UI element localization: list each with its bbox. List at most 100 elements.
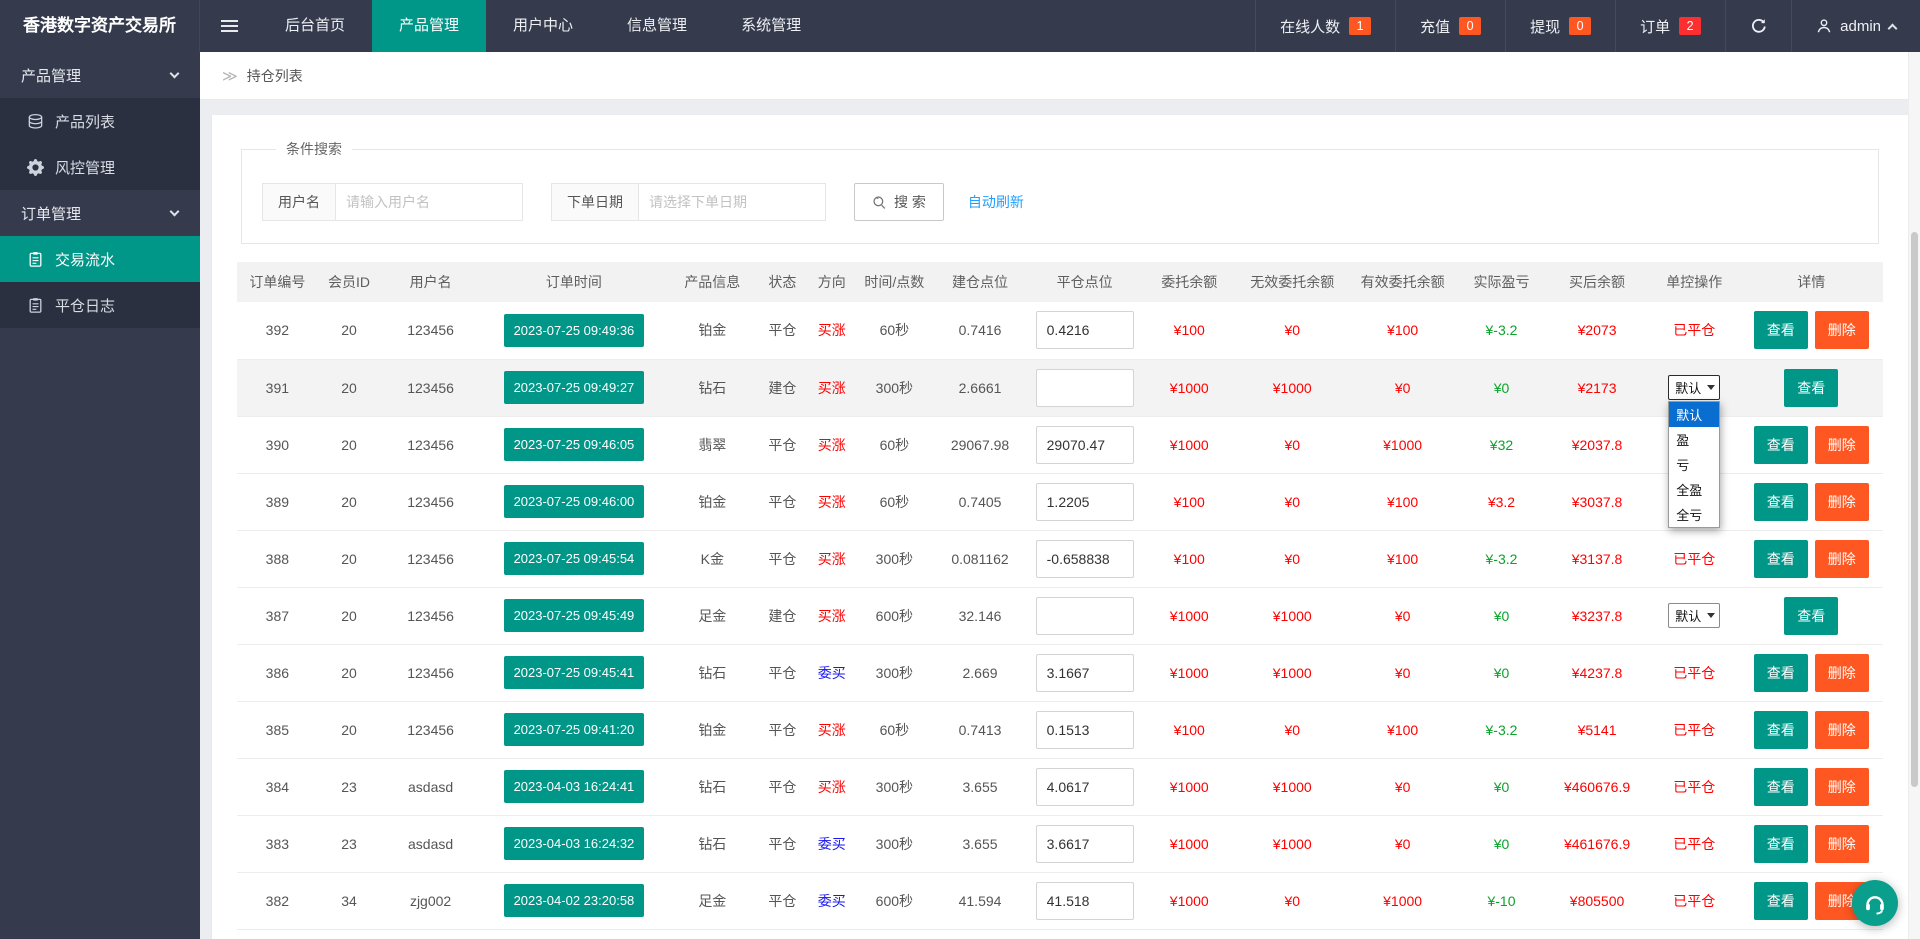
cell-open-point: 3.655 <box>932 758 1028 815</box>
close-point-input[interactable] <box>1036 597 1134 635</box>
order-time-button[interactable]: 2023-04-03 16:24:32 <box>504 827 645 860</box>
nav-stat[interactable]: 订单2 <box>1615 0 1725 52</box>
nav-item[interactable]: 系统管理 <box>714 0 828 52</box>
close-point-input[interactable] <box>1036 654 1134 692</box>
nav-item[interactable]: 后台首页 <box>258 0 372 52</box>
order-time-button[interactable]: 2023-04-02 23:20:58 <box>504 884 645 917</box>
coins-icon <box>27 113 44 130</box>
close-point-input[interactable] <box>1036 768 1134 806</box>
view-button[interactable]: 查看 <box>1784 369 1838 407</box>
order-date-input[interactable] <box>638 183 826 221</box>
order-time-button[interactable]: 2023-07-25 09:49:27 <box>504 371 645 404</box>
sidebar-section-header[interactable]: 订单管理 <box>0 190 200 236</box>
cell-direction: 委买 <box>807 815 856 872</box>
nav-item[interactable]: 产品管理 <box>372 0 486 52</box>
view-button[interactable]: 查看 <box>1754 825 1808 863</box>
cell-username: 123456 <box>380 359 481 416</box>
cell-status: 建仓 <box>758 587 807 644</box>
view-button[interactable]: 查看 <box>1754 882 1808 920</box>
control-select-box[interactable]: 默认 <box>1668 375 1720 400</box>
cell-status: 平仓 <box>758 872 807 929</box>
control-select[interactable]: 默认 <box>1668 603 1720 628</box>
cell-valid-entrust: ¥100 <box>1347 302 1457 359</box>
app-logo: 香港数字资产交易所 <box>0 0 200 52</box>
order-time-button[interactable]: 2023-07-25 09:45:54 <box>504 542 645 575</box>
delete-button[interactable]: 删除 <box>1815 483 1869 521</box>
nav-stat[interactable]: 在线人数1 <box>1255 0 1395 52</box>
delete-button[interactable]: 删除 <box>1815 311 1869 349</box>
order-time-button[interactable]: 2023-07-25 09:49:36 <box>504 314 645 347</box>
select-option[interactable]: 盈 <box>1669 427 1719 452</box>
table-row: 392201234562023-07-25 09:49:36铂金平仓买涨60秒0… <box>237 302 1883 359</box>
search-button[interactable]: 搜 索 <box>854 183 944 221</box>
view-button[interactable]: 查看 <box>1784 597 1838 635</box>
order-time-button[interactable]: 2023-07-25 09:41:20 <box>504 713 645 746</box>
close-point-input[interactable] <box>1036 311 1134 349</box>
sidebar-item[interactable]: 产品列表 <box>0 98 200 144</box>
column-header: 订单编号 <box>237 262 318 302</box>
nav-stat[interactable]: 充值0 <box>1395 0 1505 52</box>
cell-profit: ¥0 <box>1458 758 1545 815</box>
hamburger-icon[interactable] <box>200 0 258 52</box>
username-input[interactable] <box>335 183 523 221</box>
scrollbar-thumb[interactable] <box>1911 232 1918 787</box>
cell-status: 平仓 <box>758 815 807 872</box>
page-scrollbar[interactable] <box>1908 52 1920 939</box>
view-button[interactable]: 查看 <box>1754 654 1808 692</box>
view-button[interactable]: 查看 <box>1754 483 1808 521</box>
select-option[interactable]: 亏 <box>1669 452 1719 477</box>
delete-button[interactable]: 删除 <box>1815 825 1869 863</box>
sidebar-section-header[interactable]: 产品管理 <box>0 52 200 98</box>
nav-item[interactable]: 信息管理 <box>600 0 714 52</box>
select-option[interactable]: 全亏 <box>1669 502 1719 527</box>
customer-service-button[interactable] <box>1852 880 1898 926</box>
invalid-entrust-amount: ¥0 <box>1284 322 1300 338</box>
close-point-input[interactable] <box>1036 825 1134 863</box>
delete-button[interactable]: 删除 <box>1815 654 1869 692</box>
close-point-input[interactable] <box>1036 882 1134 920</box>
view-button[interactable]: 查看 <box>1754 426 1808 464</box>
valid-entrust-amount: ¥0 <box>1395 779 1411 795</box>
order-time-button[interactable]: 2023-07-25 09:46:00 <box>504 485 645 518</box>
cell-product: 钻石 <box>667 359 758 416</box>
auto-refresh-link[interactable]: 自动刷新 <box>968 192 1024 212</box>
cell-open-point: 2.6661 <box>932 359 1028 416</box>
close-point-input[interactable] <box>1036 483 1134 521</box>
control-select-box[interactable]: 默认 <box>1668 603 1720 628</box>
sidebar-item[interactable]: 平仓日志 <box>0 282 200 328</box>
cell-product: 铂金 <box>667 473 758 530</box>
nav-item[interactable]: 用户中心 <box>486 0 600 52</box>
close-point-input[interactable] <box>1036 426 1134 464</box>
file-icon <box>27 297 44 314</box>
view-button[interactable]: 查看 <box>1754 711 1808 749</box>
view-button[interactable]: 查看 <box>1754 768 1808 806</box>
control-select[interactable]: 默认默认盈亏全盈全亏 <box>1668 375 1720 400</box>
delete-button[interactable]: 删除 <box>1815 426 1869 464</box>
delete-button[interactable]: 删除 <box>1815 768 1869 806</box>
view-button[interactable]: 查看 <box>1754 540 1808 578</box>
delete-button[interactable]: 删除 <box>1815 711 1869 749</box>
view-button[interactable]: 查看 <box>1754 311 1808 349</box>
order-time-button[interactable]: 2023-07-25 09:45:41 <box>504 656 645 689</box>
closed-status-label: 已平仓 <box>1673 551 1715 567</box>
nav-stat[interactable]: 提现0 <box>1505 0 1615 52</box>
table-row: 390201234562023-07-25 09:46:05翡翠平仓买涨60秒2… <box>237 416 1883 473</box>
user-menu[interactable]: admin <box>1791 0 1920 52</box>
order-time-button[interactable]: 2023-07-25 09:46:05 <box>504 428 645 461</box>
cell-balance-after: ¥460676.9 <box>1545 758 1649 815</box>
order-time-button[interactable]: 2023-04-03 16:24:41 <box>504 770 645 803</box>
column-header: 买后余额 <box>1545 262 1649 302</box>
close-point-input[interactable] <box>1036 711 1134 749</box>
delete-button[interactable]: 删除 <box>1815 540 1869 578</box>
sidebar: 产品管理产品列表风控管理订单管理交易流水平仓日志 <box>0 52 200 939</box>
positions-table: 订单编号会员ID用户名订单时间产品信息状态方向时间/点数建仓点位平仓点位委托余额… <box>237 262 1883 939</box>
refresh-button[interactable] <box>1725 0 1791 52</box>
select-option[interactable]: 默认 <box>1669 402 1719 427</box>
close-point-input[interactable] <box>1036 369 1134 407</box>
select-option[interactable]: 全盈 <box>1669 477 1719 502</box>
sidebar-item[interactable]: 交易流水 <box>0 236 200 282</box>
order-time-button[interactable]: 2023-07-25 09:45:49 <box>504 599 645 632</box>
invalid-entrust-amount: ¥1000 <box>1273 665 1312 681</box>
close-point-input[interactable] <box>1036 540 1134 578</box>
sidebar-item[interactable]: 风控管理 <box>0 144 200 190</box>
